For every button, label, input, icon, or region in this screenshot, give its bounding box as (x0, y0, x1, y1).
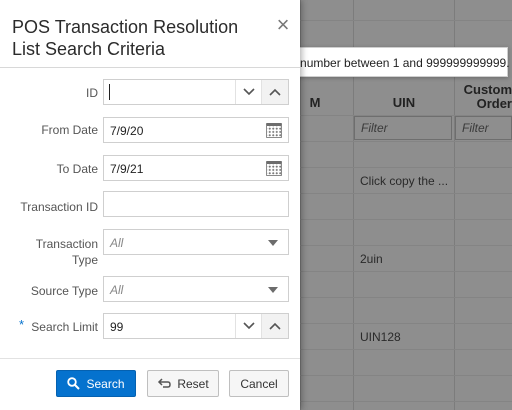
grid-divider (300, 167, 512, 168)
chevron-down-icon (243, 322, 255, 330)
calendar-icon[interactable] (266, 123, 282, 138)
grid-divider (300, 141, 512, 142)
divider (0, 358, 300, 359)
chevron-up-icon (269, 322, 281, 330)
from-date-value: 7/9/20 (110, 124, 144, 138)
column-header-line: Order (476, 95, 512, 111)
search-limit-value: 99 (110, 320, 124, 334)
to-date-value: 7/9/21 (110, 162, 144, 176)
transaction-id-label: Transaction ID (20, 200, 98, 214)
increment-button[interactable] (261, 314, 288, 338)
divider (0, 67, 300, 68)
grid-divider (300, 375, 512, 376)
grid-divider (300, 193, 512, 194)
to-date-field[interactable]: 7/9/21 (103, 155, 289, 181)
chevron-up-icon (269, 88, 281, 96)
search-icon (67, 377, 81, 390)
text-caret (109, 84, 110, 100)
grid-divider (300, 245, 512, 246)
dropdown-arrow-icon (268, 287, 278, 293)
grid-divider (300, 20, 512, 21)
chevron-down-icon (243, 88, 255, 96)
search-limit-field[interactable]: 99 (103, 313, 289, 339)
uin-filter-input[interactable]: Filter (354, 116, 452, 140)
uin-cell: 2uin (360, 252, 383, 266)
cancel-button[interactable]: Cancel (229, 370, 289, 397)
uin-cell: Click copy the ... (360, 174, 449, 188)
search-limit-label: Search Limit (31, 320, 98, 334)
drawer-title: POS Transaction Resolution List Search C… (12, 17, 239, 59)
decrement-button[interactable] (235, 314, 262, 338)
close-icon[interactable]: × (272, 14, 294, 36)
grid-divider (300, 271, 512, 272)
grid-divider (300, 323, 512, 324)
transaction-type-label: Transaction Type (35, 237, 98, 267)
dropdown-arrow-icon (268, 240, 278, 246)
source-type-value: All (110, 283, 124, 297)
calendar-icon[interactable] (266, 161, 282, 176)
source-type-label: Source Type (30, 284, 98, 298)
required-indicator: * (19, 317, 25, 332)
customer-order-filter-input[interactable]: Filter (455, 116, 512, 140)
to-date-label: To Date (56, 162, 98, 176)
id-field[interactable] (103, 79, 289, 105)
reset-button[interactable]: Reset (147, 370, 219, 397)
search-button[interactable]: Search (56, 370, 136, 397)
search-button-label: Search (86, 376, 125, 391)
id-label: ID (86, 86, 98, 100)
grid-divider (300, 401, 512, 402)
decrement-button[interactable] (235, 80, 262, 104)
uin-cell: UIN128 (360, 330, 401, 344)
transaction-type-select[interactable]: All (103, 229, 289, 255)
column-header-line: Custom (463, 81, 512, 97)
column-header-customer-order[interactable]: Custom Order (455, 81, 512, 115)
from-date-field[interactable]: 7/9/20 (103, 117, 289, 143)
grid-divider (300, 219, 512, 220)
source-type-select[interactable]: All (103, 276, 289, 302)
transaction-id-field[interactable] (103, 191, 289, 217)
cancel-button-label: Cancel (240, 376, 278, 391)
column-header-uin[interactable]: UIN (354, 83, 454, 115)
grid-divider (300, 297, 512, 298)
increment-button[interactable] (261, 80, 288, 104)
search-criteria-drawer: POS Transaction Resolution List Search C… (0, 0, 300, 410)
transaction-type-value: All (110, 236, 124, 250)
reset-button-label: Reset (177, 376, 209, 391)
grid-divider (300, 349, 512, 350)
column-header-partial[interactable]: M (300, 83, 330, 115)
reset-icon (157, 378, 172, 389)
from-date-label: From Date (41, 123, 98, 137)
